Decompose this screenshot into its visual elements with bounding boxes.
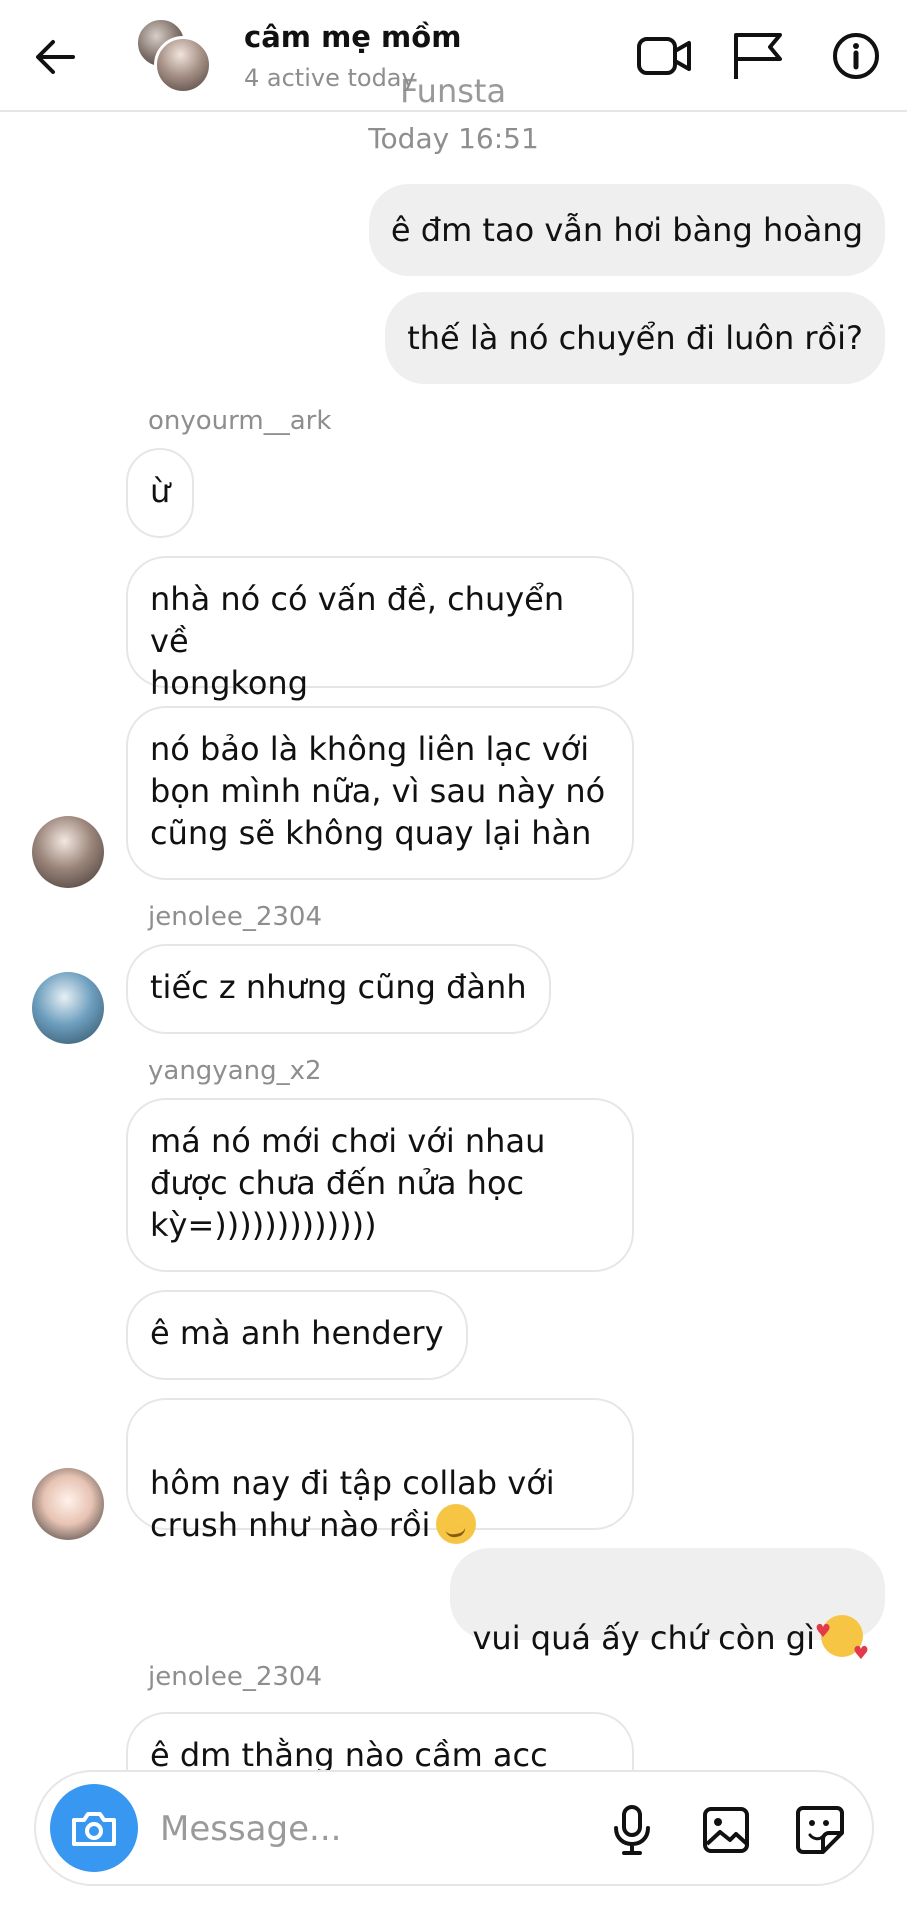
back-arrow-icon: [36, 40, 75, 74]
info-icon: [833, 33, 879, 79]
sender-name: onyourm__ark: [148, 406, 332, 436]
gallery-icon: [703, 1807, 749, 1853]
message-incoming[interactable]: má nó mới chơi với nhau được chưa đến nử…: [126, 1098, 634, 1272]
thread-timestamp: Today 16:51: [368, 122, 539, 155]
group-avatar-front: [154, 36, 212, 94]
funsta-watermark: Funsta: [400, 72, 507, 110]
group-avatar[interactable]: [136, 18, 212, 94]
message-incoming[interactable]: nó bảo là không liên lạc với bọn mình nữ…: [126, 706, 634, 880]
sticker-button[interactable]: [790, 1800, 850, 1860]
message-input[interactable]: [160, 1804, 500, 1854]
sender-avatar[interactable]: [32, 972, 104, 1044]
back-button[interactable]: [30, 32, 80, 82]
camera-button[interactable]: [50, 1784, 138, 1872]
message-incoming[interactable]: hôm nay đi tập collab với crush như nào …: [126, 1398, 634, 1544]
message-incoming[interactable]: ừ: [126, 448, 195, 538]
message-text: vui quá ấy chứ còn gì: [472, 1619, 815, 1657]
message-incoming[interactable]: ê mà anh hendery: [126, 1290, 468, 1380]
smirking-face-icon: [436, 1504, 477, 1544]
message-outgoing[interactable]: vui quá ấy chứ còn gì: [450, 1548, 885, 1675]
voice-message-button[interactable]: [602, 1800, 662, 1860]
report-flag-button[interactable]: [728, 26, 788, 86]
chat-header: câm mẹ mồm 4 active today Funsta: [0, 0, 907, 112]
video-call-button[interactable]: [634, 26, 694, 86]
message-outgoing[interactable]: thế là nó chuyển đi luôn rồi?: [385, 292, 885, 384]
gallery-button[interactable]: [696, 1800, 756, 1860]
message-text: hôm nay đi tập collab với crush như nào …: [150, 1464, 555, 1544]
smiling-face-with-hearts-icon: [815, 1611, 869, 1675]
video-call-icon: [637, 37, 691, 75]
message-composer: [34, 1770, 874, 1886]
sticker-icon: [796, 1806, 844, 1854]
camera-icon: [72, 1812, 116, 1846]
microphone-icon: [614, 1805, 650, 1855]
sender-name: jenolee_2304: [148, 902, 322, 932]
sender-avatar[interactable]: [32, 1468, 104, 1540]
message-incoming[interactable]: nhà nó có vấn đề, chuyển về hongkong: [126, 556, 634, 702]
info-button[interactable]: [826, 26, 886, 86]
active-status: 4 active today: [244, 64, 416, 92]
message-outgoing[interactable]: ê đm tao vẫn hơi bàng hoàng: [368, 184, 885, 276]
sender-avatar[interactable]: [32, 816, 104, 888]
message-incoming[interactable]: tiếc z nhưng cũng đành: [126, 944, 551, 1034]
chat-title[interactable]: câm mẹ mồm: [244, 20, 461, 54]
sender-name: yangyang_x2: [148, 1056, 322, 1086]
dm-thread-screen: câm mẹ mồm 4 active today Funsta Today 1…: [0, 0, 907, 1920]
flag-icon: [734, 33, 782, 79]
sender-name: jenolee_2304: [148, 1662, 322, 1692]
